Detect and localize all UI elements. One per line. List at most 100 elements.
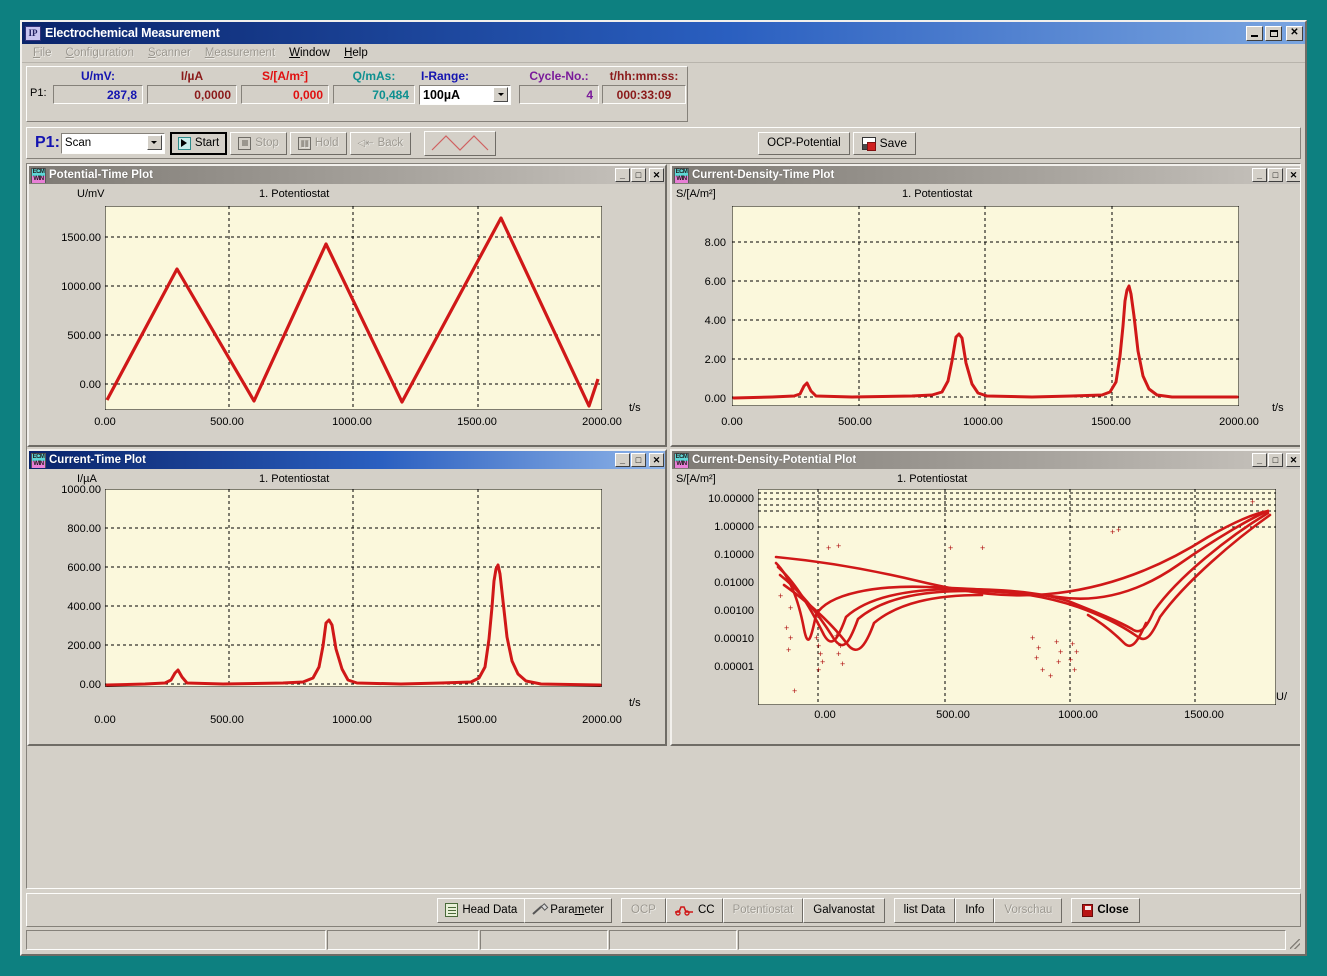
current-time-xtick-1500: 1500.00 <box>457 714 497 726</box>
head-data-button[interactable]: Head Data <box>437 897 525 923</box>
cdp-ytick-0.001: 0.00100 <box>714 605 754 617</box>
parameter-button[interactable]: Parameter <box>524 897 613 923</box>
svg-text:+: + <box>1074 647 1079 657</box>
current-density-potential-y-axis-label: S/[A/m²] <box>676 473 716 485</box>
close-button-group: Close <box>1071 897 1140 923</box>
ocp-potential-button[interactable]: OCP-Potential <box>758 131 850 155</box>
current-density-time-ytick-8: 8.00 <box>704 237 726 249</box>
save-disk-icon <box>861 136 876 151</box>
close-label: Close <box>1097 904 1129 916</box>
current-time-xtick-500: 500.00 <box>210 714 244 726</box>
menu-help[interactable]: Help <box>337 46 375 60</box>
galvanostat-button[interactable]: Galvanostat <box>803 897 885 923</box>
current-density-potential-plot-maximize[interactable]: □ <box>1268 453 1283 467</box>
statusbar-pane-3 <box>480 930 608 950</box>
cdp-ytick-0.00001: 0.00001 <box>714 661 754 673</box>
info-button[interactable]: Info <box>955 897 995 923</box>
potential-time-plot-window: ECM WIN Potential-Time Plot _ □ ✕ U/mV 1.… <box>27 164 667 447</box>
potential-time-plot-maximize[interactable]: □ <box>631 168 646 182</box>
potential-time-plot-titlebar[interactable]: ECM WIN Potential-Time Plot _ □ ✕ <box>29 166 665 184</box>
svg-text:+: + <box>1068 655 1073 665</box>
current-density-time-ytick-2: 2.00 <box>704 354 726 366</box>
potential-time-ytick-1500: 1500.00 <box>61 232 101 244</box>
vorschau-button[interactable]: Vorschau <box>994 897 1063 923</box>
current-density-time-plot-close[interactable]: ✕ <box>1286 168 1300 182</box>
potential-time-plot-title: Potential-Time Plot <box>49 169 153 181</box>
resize-grip[interactable] <box>1287 930 1301 950</box>
stop-button[interactable]: Stop <box>230 131 287 155</box>
current-time-plot-minimize[interactable]: _ <box>615 453 630 467</box>
svg-text:+: + <box>786 645 791 655</box>
menu-file[interactable]: File <box>26 46 59 60</box>
potential-time-y-axis-label: U/mV <box>77 188 105 200</box>
stop-button-label: Stop <box>255 137 279 149</box>
hold-button[interactable]: ▮▮ Hold <box>289 131 347 155</box>
window-maximize-button[interactable] <box>1265 25 1282 41</box>
list-data-button[interactable]: list Data <box>893 897 956 923</box>
current-density-time-plot-maximize[interactable]: □ <box>1268 168 1283 182</box>
ecmwin-icon: ECM WIN <box>674 452 689 468</box>
save-button[interactable]: Save <box>852 131 916 155</box>
svg-text:+: + <box>1034 653 1039 663</box>
potential-time-plot-close[interactable]: ✕ <box>649 168 664 182</box>
svg-text:+: + <box>836 541 841 551</box>
close-button[interactable]: Close <box>1071 897 1140 923</box>
current-time-ytick-600: 600.00 <box>67 562 101 574</box>
svg-text:+: + <box>1072 665 1077 675</box>
svg-text:+: + <box>1056 657 1061 667</box>
readout-channel-label: P1: <box>30 87 47 99</box>
current-density-time-plot-minimize[interactable]: _ <box>1252 168 1267 182</box>
current-time-plot-maximize[interactable]: □ <box>631 453 646 467</box>
current-density-potential-plot-minimize[interactable]: _ <box>1252 453 1267 467</box>
statusbar-pane-1 <box>26 930 326 950</box>
readout-field-current: I/µA 0,0000 <box>147 69 237 104</box>
menu-scanner[interactable]: Scanner <box>141 46 198 60</box>
potential-time-plot-minimize[interactable]: _ <box>615 168 630 182</box>
current-density-potential-plot-titlebar[interactable]: ECM WIN Current-Density-Potential Plot _ … <box>672 451 1300 469</box>
current-time-plot-titlebar[interactable]: ECM WIN Current-Time Plot _ □ ✕ <box>29 451 665 469</box>
svg-text:+: + <box>784 623 789 633</box>
current-density-potential-plot-body: S/[A/m²] 1. Potentiostat U/ 10.00000 1.0… <box>672 469 1300 744</box>
menu-window[interactable]: Window <box>282 46 337 60</box>
readout-value-current: 0,0000 <box>147 85 237 104</box>
chevron-down-icon[interactable] <box>146 134 162 150</box>
statusbar <box>26 930 1301 950</box>
irange-select[interactable]: 100µA <box>419 85 511 105</box>
readout-field-irange: I-Range: 100µA <box>419 69 511 105</box>
potential-time-ytick-500: 500.00 <box>67 330 101 342</box>
potential-time-plot-body: U/mV 1. Potentiostat t/s 1500.00 1000.00… <box>29 184 665 445</box>
current-density-potential-plot-close[interactable]: ✕ <box>1286 453 1300 467</box>
start-button[interactable]: Start <box>169 131 228 155</box>
current-density-time-plot-titlebar[interactable]: ECM WIN Current-Density-Time Plot _ □ ✕ <box>672 166 1300 184</box>
current-time-ytick-1000: 1000.00 <box>61 484 101 496</box>
window-minimize-button[interactable] <box>1246 25 1263 41</box>
mode-select[interactable]: Scan <box>60 132 165 154</box>
readout-field-cycle-no: Cycle-No.: 4 <box>519 69 599 104</box>
potentiostat-button[interactable]: Potentiostat <box>722 897 804 923</box>
readout-label-current: I/µA <box>180 69 204 83</box>
ocp-label: OCP <box>631 904 656 916</box>
chevron-down-icon[interactable] <box>493 87 508 102</box>
close-box-icon <box>1082 903 1094 917</box>
current-density-time-xtick-1000: 1000.00 <box>963 416 1003 428</box>
potential-time-ytick-1000: 1000.00 <box>61 281 101 293</box>
svg-text:+: + <box>826 543 831 553</box>
waveform-preview-button[interactable] <box>424 130 497 156</box>
back-button[interactable]: ◁⇤ Back <box>349 131 412 155</box>
cc-button[interactable]: CC <box>665 897 723 923</box>
current-time-plot-close[interactable]: ✕ <box>649 453 664 467</box>
ecmwin-icon: ECM WIN <box>674 167 689 183</box>
statusbar-pane-2 <box>327 930 479 950</box>
ocp-button[interactable]: OCP <box>621 897 666 923</box>
readout-value-current-density: 0,000 <box>241 85 329 104</box>
pause-icon: ▮▮ <box>297 136 311 150</box>
vorschau-label: Vorschau <box>1004 904 1053 916</box>
window-close-button[interactable]: ✕ <box>1286 25 1303 41</box>
info-button-group: list Data Info Vorschau <box>893 897 1063 923</box>
head-data-label: Head Data <box>462 904 518 916</box>
readout-label-current-density: S/[A/m²] <box>262 69 308 83</box>
current-density-time-ytick-6: 6.00 <box>704 276 726 288</box>
ocp-potential-label: OCP-Potential <box>767 137 841 149</box>
menu-measurement[interactable]: Measurement <box>198 46 282 60</box>
menu-configuration[interactable]: Configuration <box>59 46 141 60</box>
